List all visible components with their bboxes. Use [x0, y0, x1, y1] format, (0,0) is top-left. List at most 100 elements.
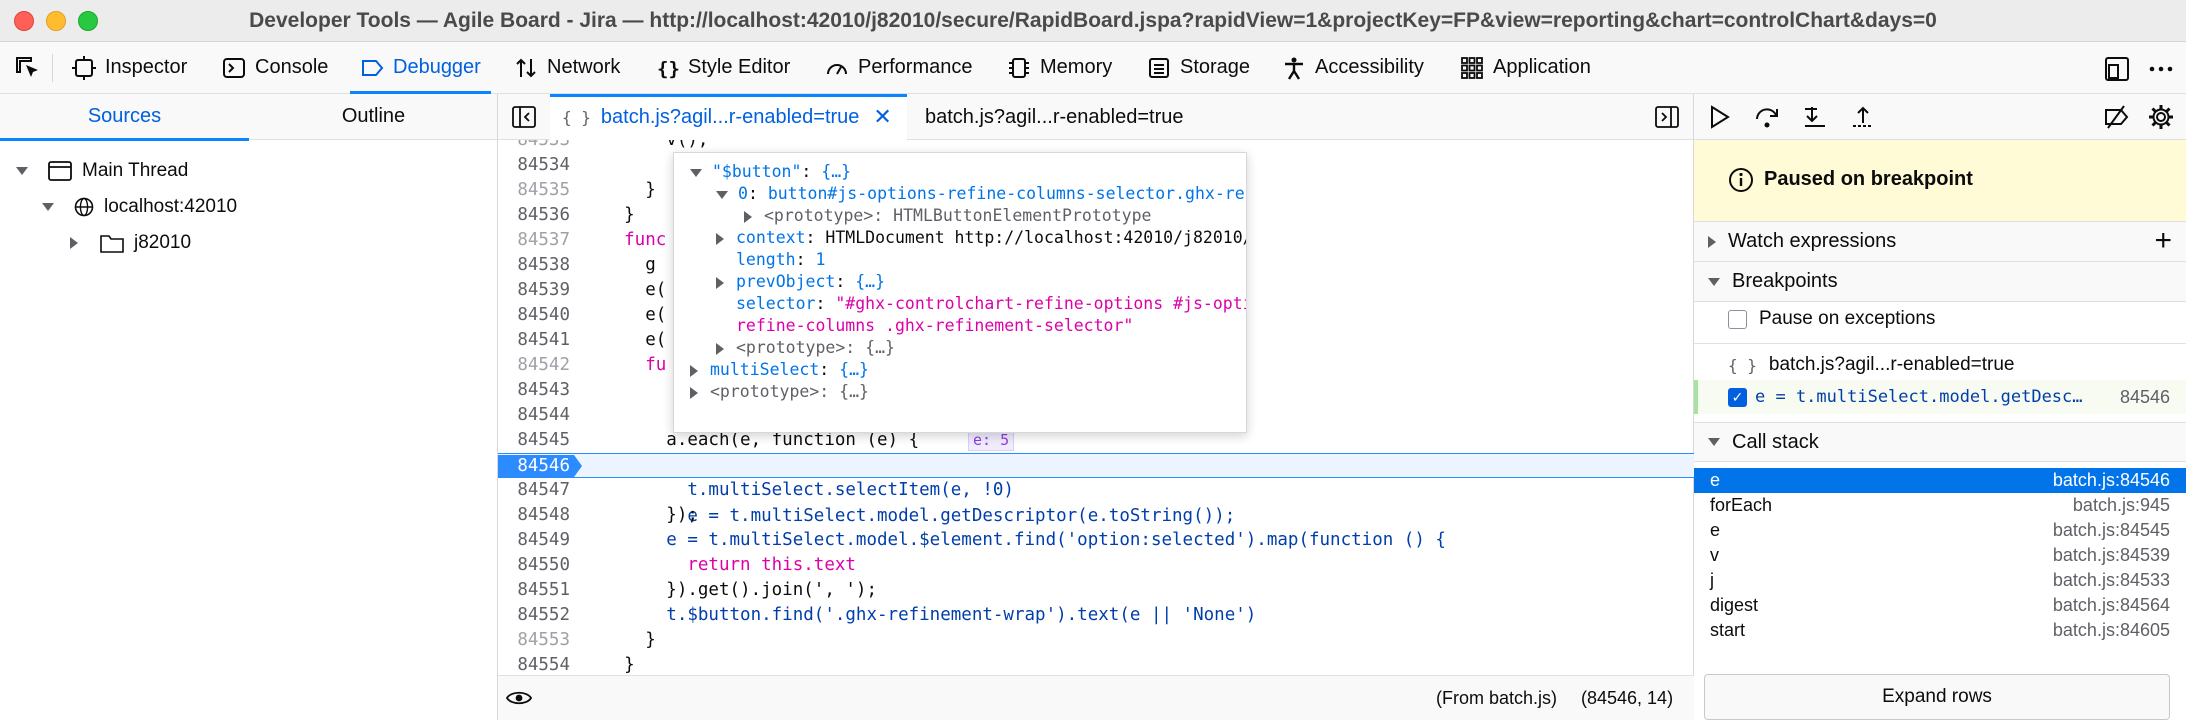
call-stack-frame[interactable]: e batch.js:84545 — [1694, 518, 2186, 543]
tab-style-editor[interactable]: {} Style Editor — [655, 42, 790, 93]
breakpoint-marker[interactable]: 84546 — [498, 455, 582, 477]
code-line[interactable]: 84551 }).get().join(', '); — [498, 578, 1694, 603]
folder-icon — [100, 235, 124, 253]
variable-preview-popup[interactable]: "$button": {…} 0: button#js-options-refi… — [673, 152, 1247, 433]
pause-on-exceptions-checkbox[interactable] — [1728, 309, 1747, 329]
pause-on-exceptions-row[interactable]: Pause on exceptions — [1694, 302, 2186, 336]
tab-accessibility[interactable]: Accessibility — [1282, 42, 1424, 93]
step-over-icon[interactable] — [1754, 104, 1780, 130]
element-picker-icon[interactable] — [14, 55, 42, 81]
call-stack-header[interactable]: Call stack — [1694, 422, 2186, 462]
preview-row[interactable]: "$button": {…} — [690, 161, 851, 183]
breakpoint-checkbox[interactable]: ✓ — [1728, 387, 1747, 407]
gear-icon[interactable] — [2148, 104, 2174, 130]
preview-row: length: 1 — [736, 250, 826, 269]
memory-icon — [1009, 57, 1029, 78]
tab-label: Memory — [1040, 56, 1113, 78]
performance-icon — [827, 63, 847, 74]
storage-icon — [1149, 57, 1169, 78]
sources-tabbar: Sources Outline — [0, 94, 498, 141]
tab-outline[interactable]: Outline — [249, 94, 498, 140]
sources-pane: Sources Outline Main Thread localhost:42… — [0, 94, 498, 720]
tab-performance[interactable]: Performance — [825, 42, 973, 93]
tab-storage[interactable]: Storage — [1147, 42, 1250, 93]
expand-rows-button[interactable]: Expand rows — [1704, 674, 2170, 720]
breakpoints-header[interactable]: Breakpoints — [1694, 262, 2186, 302]
editor-tab-active[interactable]: { } batch.js?agil...r-enabled=true ✕ — [550, 94, 907, 140]
tree-item-folder[interactable]: j82010 — [70, 228, 191, 258]
collapsed-arrow-icon — [690, 364, 698, 377]
more-options-icon[interactable] — [2148, 56, 2174, 82]
tree-item-main-thread[interactable]: Main Thread — [16, 156, 188, 186]
tree-item-label: j82010 — [134, 232, 192, 253]
tree-item-label: localhost:42010 — [104, 196, 238, 217]
tab-label: Console — [255, 56, 329, 78]
section-title: Watch expressions — [1728, 230, 1897, 252]
step-out-icon[interactable] — [1850, 104, 1876, 130]
collapsed-arrow-icon — [716, 276, 724, 289]
call-stack-frame[interactable]: j batch.js:84533 — [1694, 568, 2186, 593]
breakpoint-text: e = t.multiSelect.model.getDesc… — [1755, 387, 2083, 407]
collapsed-arrow-icon — [716, 232, 724, 245]
expanded-arrow-icon — [1708, 277, 1720, 286]
application-icon — [1461, 56, 1483, 79]
tree-item-localhost[interactable]: localhost:42010 — [42, 192, 237, 222]
add-watch-icon[interactable]: + — [2154, 225, 2172, 257]
editor-tab-label: batch.js?agil...r-enabled=true — [600, 105, 860, 128]
tab-sources[interactable]: Sources — [0, 94, 249, 141]
close-icon[interactable]: ✕ — [873, 104, 891, 130]
code-line[interactable]: 84553 } — [498, 628, 1694, 653]
preview-row: selector: "#ghx-controlchart-refine-opti… — [736, 294, 1247, 313]
paused-message: Paused on breakpoint — [1764, 168, 1973, 190]
call-stack-frame-selected[interactable]: e batch.js:84546 — [1694, 468, 2186, 493]
watch-expressions-header[interactable]: Watch expressions + — [1694, 222, 2186, 262]
preview-row[interactable]: <prototype>: {…} — [716, 337, 895, 359]
preview-row[interactable]: context: HTMLDocument http://localhost:4… — [716, 227, 1246, 249]
tab-label: Style Editor — [688, 56, 791, 78]
code-line[interactable]: 84552 t.$button.find('.ghx-refinement-wr… — [498, 603, 1694, 628]
source-map-label[interactable]: (From batch.js) — [1436, 688, 1557, 709]
toggle-sources-icon[interactable] — [512, 106, 536, 128]
tab-application[interactable]: Application — [1460, 42, 1591, 93]
code-line-paused[interactable]: 84546 e = t.multiSelect.model.getDescrip… — [498, 453, 1694, 526]
resume-icon[interactable] — [1706, 104, 1732, 130]
editor-tab[interactable]: batch.js?agil...r-enabled=true — [925, 94, 1184, 140]
code-line[interactable]: 84547 t.multiSelect.selectItem(e, !0) — [498, 478, 1694, 503]
code-line[interactable]: 84548 }); — [498, 503, 1694, 528]
call-stack-frame[interactable]: v batch.js:84539 — [1694, 543, 2186, 568]
call-stack-frame[interactable]: digest batch.js:84564 — [1694, 593, 2186, 618]
editor-tab-label: batch.js?agil...r-enabled=true — [925, 105, 1184, 128]
section-title: Breakpoints — [1732, 270, 1838, 292]
breakpoint-source-row[interactable]: { } batch.js?agil...r-enabled=true — [1694, 348, 2186, 382]
file-type-icon: { } — [562, 107, 591, 127]
preview-row[interactable]: <prototype>: {…} — [690, 381, 869, 403]
expanded-arrow-icon — [690, 168, 702, 177]
preview-row[interactable]: prevObject: {…} — [716, 271, 885, 293]
tab-debugger[interactable]: Debugger — [350, 42, 491, 94]
code-line[interactable]: 84550 return this.text — [498, 553, 1694, 578]
tab-network[interactable]: Network — [514, 42, 620, 93]
accessibility-icon — [1285, 57, 1303, 80]
breakpoint-item[interactable]: ✓ e = t.multiSelect.model.getDesc… 84546 — [1694, 380, 2186, 414]
tab-memory[interactable]: Memory — [1007, 42, 1112, 93]
debugger-controls — [1694, 94, 2186, 140]
step-in-icon[interactable] — [1802, 104, 1828, 130]
eye-icon[interactable] — [506, 688, 532, 708]
tab-console[interactable]: Console — [222, 42, 328, 93]
preview-row[interactable]: <prototype>: HTMLButtonElementPrototype — [744, 205, 1151, 227]
window-titlebar: Developer Tools — Agile Board - Jira — h… — [0, 0, 2186, 42]
code-line[interactable]: 84549 e = t.multiSelect.model.$element.f… — [498, 528, 1694, 553]
preview-row[interactable]: multiSelect: {…} — [690, 359, 869, 381]
collapsed-arrow-icon — [744, 210, 752, 223]
dock-toggle-icon[interactable] — [2104, 56, 2130, 82]
deactivate-breakpoints-icon[interactable] — [2104, 104, 2130, 130]
tree-item-label: Main Thread — [82, 160, 189, 181]
code-line[interactable]: 84554 } — [498, 653, 1694, 675]
call-stack-frame[interactable]: forEach batch.js:945 — [1694, 493, 2186, 518]
editor-tabbar: { } batch.js?agil...r-enabled=true ✕ bat… — [498, 94, 1693, 140]
call-stack-frame[interactable]: start batch.js:84605 — [1694, 618, 2186, 643]
collapsed-arrow-icon — [716, 342, 724, 355]
toggle-debugger-icon[interactable] — [1655, 106, 1679, 128]
tab-inspector[interactable]: Inspector — [72, 42, 187, 93]
preview-row[interactable]: 0: button#js-options-refine-columns-sele… — [716, 183, 1246, 205]
